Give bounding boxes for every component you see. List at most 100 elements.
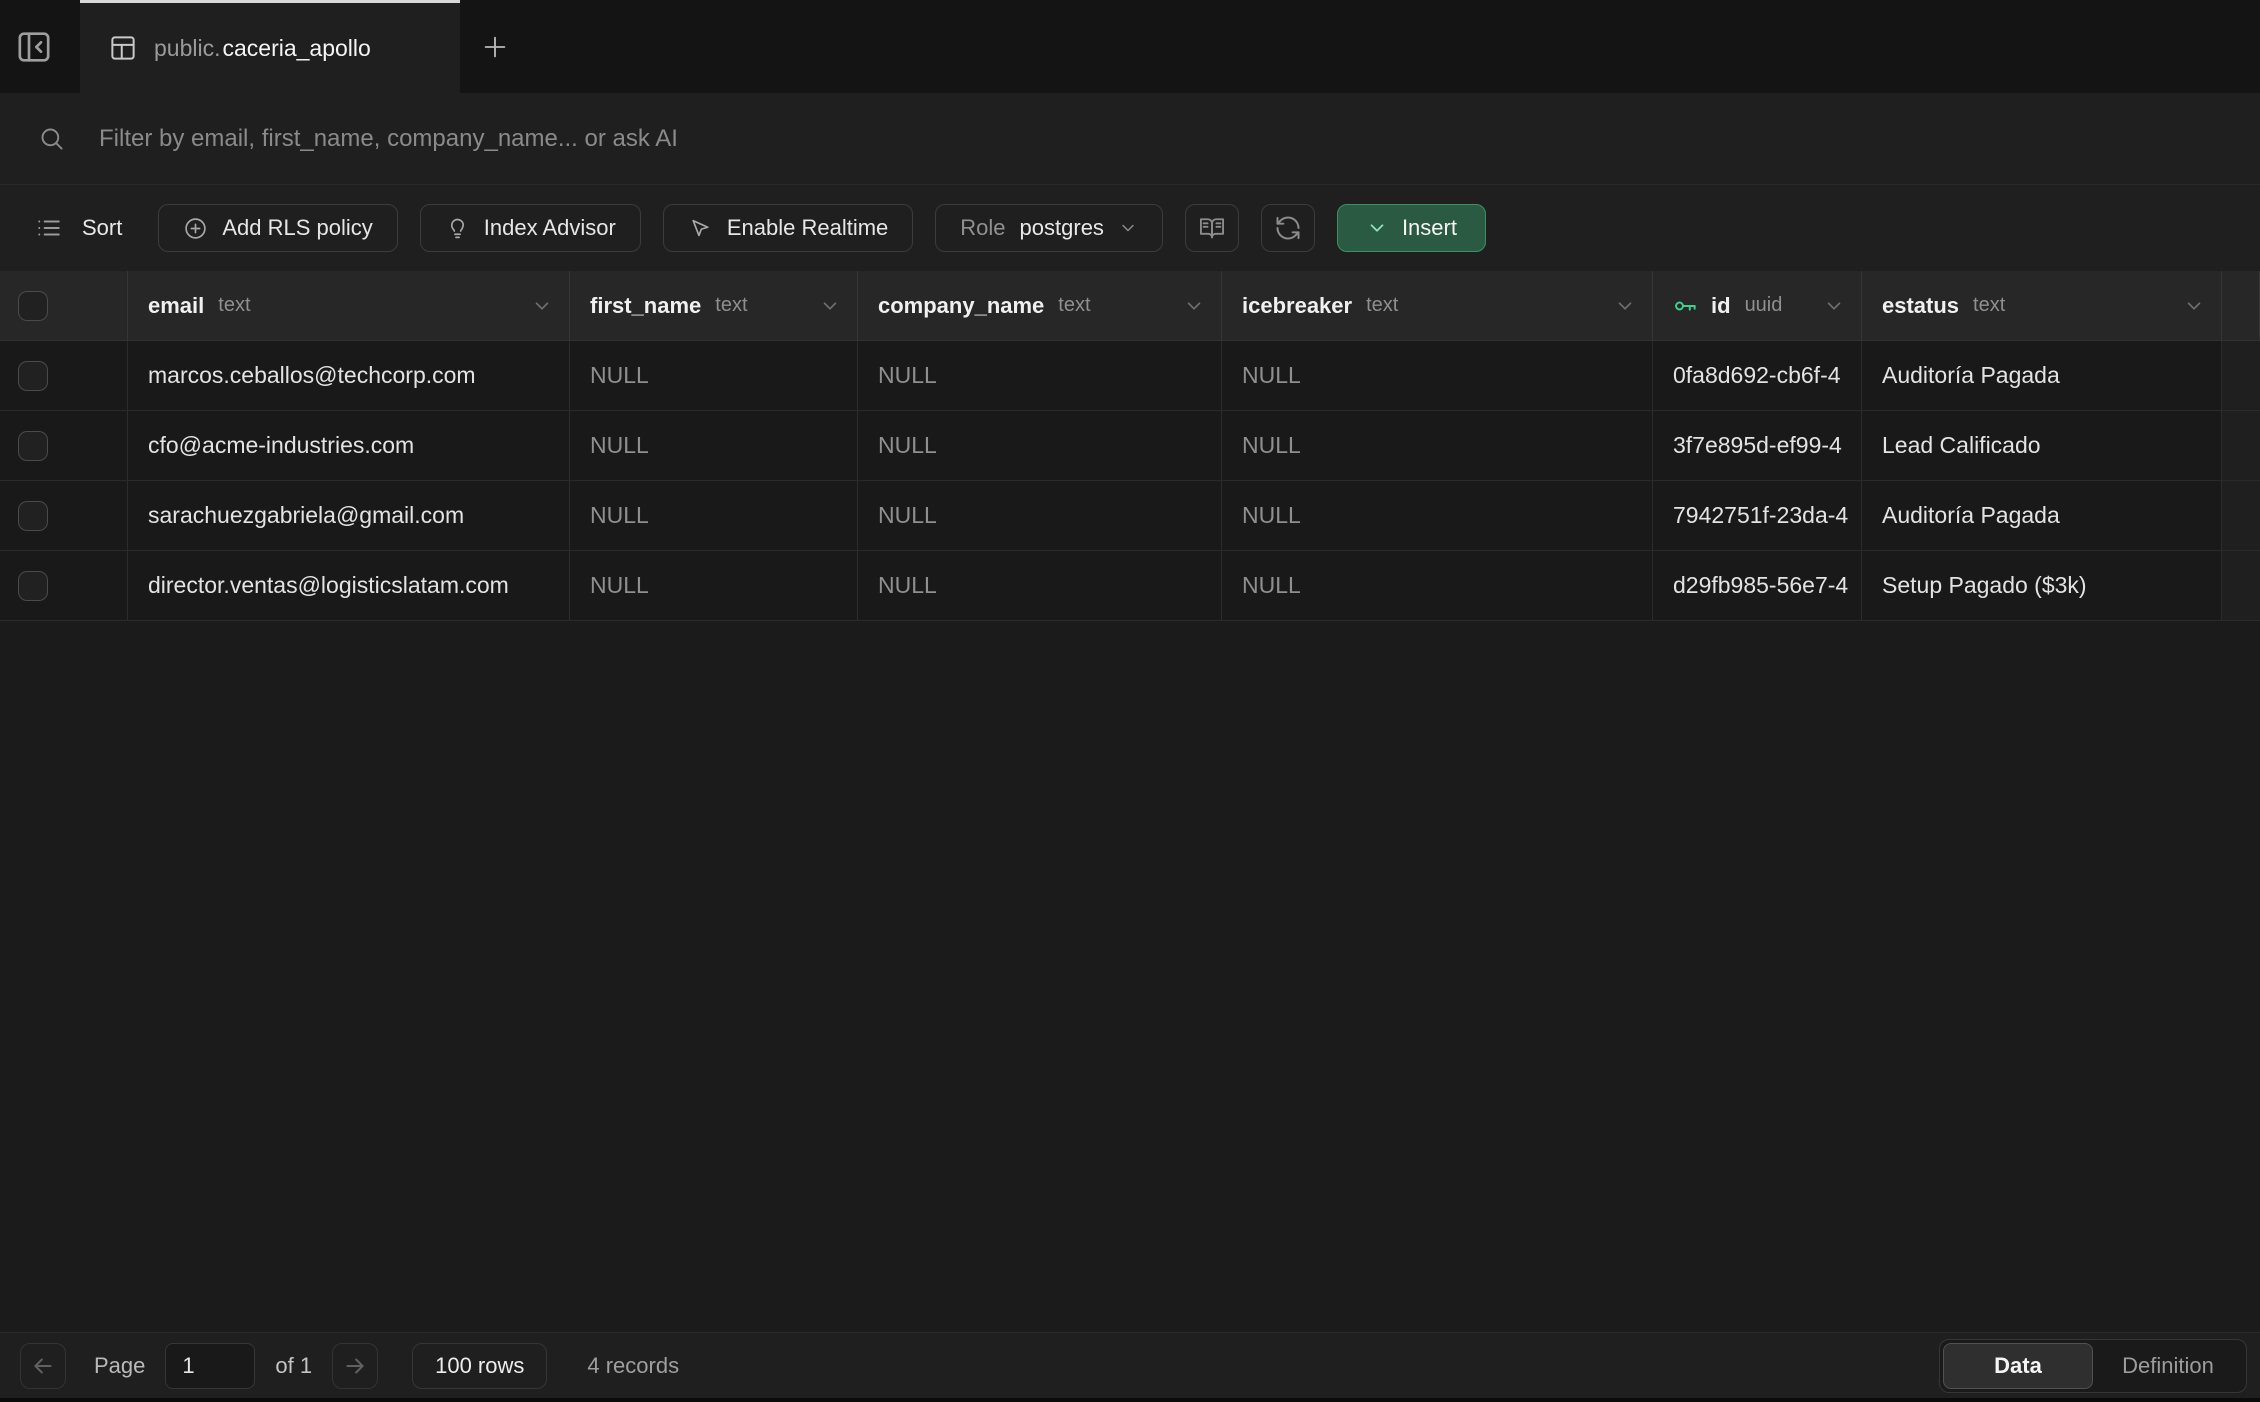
column-type: text xyxy=(1058,294,1090,317)
row-checkbox[interactable] xyxy=(18,501,48,531)
cell-first-name[interactable]: NULL xyxy=(570,411,858,480)
column-header-icebreaker[interactable]: icebreaker text xyxy=(1222,271,1653,340)
book-open-icon xyxy=(1198,214,1226,242)
grid-header-row: email text first_name text xyxy=(0,271,2260,341)
grid-gutter-cell xyxy=(2222,481,2260,550)
row-select-cell xyxy=(0,341,128,410)
column-name: company_name xyxy=(878,293,1044,319)
select-all-cell xyxy=(0,271,128,340)
previous-page-button[interactable] xyxy=(20,1343,66,1389)
toolbar: Sort Add RLS policy Index Advisor xyxy=(0,184,2260,271)
tab-schema-label: public. xyxy=(154,35,220,62)
arrow-left-icon xyxy=(30,1353,56,1379)
column-name: id xyxy=(1711,293,1731,319)
next-page-button[interactable] xyxy=(332,1343,378,1389)
table-row: director.ventas@logisticslatam.com NULL … xyxy=(0,551,2260,621)
cell-email[interactable]: marcos.ceballos@techcorp.com xyxy=(128,341,570,410)
arrow-right-icon xyxy=(342,1353,368,1379)
view-toggle: Data Definition xyxy=(1939,1339,2247,1393)
footer-bar: Page of 1 100 rows 4 records Data Defini… xyxy=(0,1332,2260,1398)
chevron-down-icon[interactable] xyxy=(819,295,841,317)
cell-icebreaker[interactable]: NULL xyxy=(1222,411,1653,480)
column-header-first-name[interactable]: first_name text xyxy=(570,271,858,340)
rows-per-page-button[interactable]: 100 rows xyxy=(412,1343,547,1389)
select-all-checkbox[interactable] xyxy=(18,291,48,321)
role-select[interactable]: Role postgres xyxy=(935,204,1163,252)
search-icon xyxy=(38,125,65,152)
column-header-company-name[interactable]: company_name text xyxy=(858,271,1222,340)
sort-button[interactable]: Sort xyxy=(36,215,122,241)
page-of-label: of 1 xyxy=(275,1353,312,1379)
row-select-cell xyxy=(0,411,128,480)
role-label: Role xyxy=(960,215,1005,241)
index-advisor-button[interactable]: Index Advisor xyxy=(420,204,641,252)
window-bottom-edge xyxy=(0,1398,2260,1402)
column-type: uuid xyxy=(1745,294,1783,317)
panel-left-collapse-icon xyxy=(14,27,54,67)
cell-estatus[interactable]: Setup Pagado ($3k) xyxy=(1862,551,2222,620)
role-value: postgres xyxy=(1020,215,1104,241)
row-checkbox[interactable] xyxy=(18,571,48,601)
cell-company-name[interactable]: NULL xyxy=(858,551,1222,620)
plus-circle-icon xyxy=(183,216,208,241)
cell-email[interactable]: sarachuezgabriela@gmail.com xyxy=(128,481,570,550)
cell-first-name[interactable]: NULL xyxy=(570,341,858,410)
refresh-button[interactable] xyxy=(1261,204,1315,252)
add-rls-policy-label: Add RLS policy xyxy=(222,215,372,241)
column-header-estatus[interactable]: estatus text xyxy=(1862,271,2222,340)
index-advisor-label: Index Advisor xyxy=(484,215,616,241)
filter-input[interactable] xyxy=(99,125,2260,153)
cell-estatus[interactable]: Auditoría Pagada xyxy=(1862,481,2222,550)
cell-first-name[interactable]: NULL xyxy=(570,551,858,620)
data-grid: email text first_name text xyxy=(0,271,2260,621)
grid-empty-area xyxy=(0,621,2260,1332)
chevron-down-icon[interactable] xyxy=(2183,295,2205,317)
row-select-cell xyxy=(0,481,128,550)
row-checkbox[interactable] xyxy=(18,431,48,461)
cell-first-name[interactable]: NULL xyxy=(570,481,858,550)
api-docs-button[interactable] xyxy=(1185,204,1239,252)
add-rls-policy-button[interactable]: Add RLS policy xyxy=(158,204,397,252)
row-select-cell xyxy=(0,551,128,620)
enable-realtime-button[interactable]: Enable Realtime xyxy=(663,204,913,252)
cell-email[interactable]: director.ventas@logisticslatam.com xyxy=(128,551,570,620)
tab-data[interactable]: Data xyxy=(1943,1343,2093,1389)
page-label: Page xyxy=(94,1353,145,1379)
row-checkbox[interactable] xyxy=(18,361,48,391)
chevron-down-icon xyxy=(1118,218,1138,238)
cell-id[interactable]: 3f7e895d-ef99-4 xyxy=(1653,411,1862,480)
enable-realtime-label: Enable Realtime xyxy=(727,215,888,241)
column-header-email[interactable]: email text xyxy=(128,271,570,340)
lightbulb-icon xyxy=(445,216,470,241)
cell-company-name[interactable]: NULL xyxy=(858,411,1222,480)
tab-public-caceria-apollo[interactable]: public. caceria_apollo xyxy=(80,0,460,93)
filter-bar xyxy=(0,93,2260,184)
cell-id[interactable]: d29fb985-56e7-4 xyxy=(1653,551,1862,620)
cell-id[interactable]: 7942751f-23da-4 xyxy=(1653,481,1862,550)
tab-definition[interactable]: Definition xyxy=(2093,1343,2243,1389)
cell-icebreaker[interactable]: NULL xyxy=(1222,551,1653,620)
cell-icebreaker[interactable]: NULL xyxy=(1222,341,1653,410)
chevron-down-icon[interactable] xyxy=(1614,295,1636,317)
page-number-input[interactable] xyxy=(165,1343,255,1389)
cell-estatus[interactable]: Auditoría Pagada xyxy=(1862,341,2222,410)
cell-icebreaker[interactable]: NULL xyxy=(1222,481,1653,550)
chevron-down-icon[interactable] xyxy=(531,295,553,317)
new-tab-button[interactable] xyxy=(460,0,530,93)
chevron-down-icon[interactable] xyxy=(1823,295,1845,317)
cursor-pointer-icon xyxy=(688,216,713,241)
column-type: text xyxy=(715,294,747,317)
sidebar-collapse-button[interactable] xyxy=(0,0,68,93)
grid-gutter-cell xyxy=(2222,551,2260,620)
column-type: text xyxy=(1973,294,2005,317)
column-name: email xyxy=(148,293,204,319)
plus-icon xyxy=(481,33,509,61)
chevron-down-icon[interactable] xyxy=(1183,295,1205,317)
cell-company-name[interactable]: NULL xyxy=(858,481,1222,550)
insert-button[interactable]: Insert xyxy=(1337,204,1486,252)
cell-estatus[interactable]: Lead Calificado xyxy=(1862,411,2222,480)
column-header-id[interactable]: id uuid xyxy=(1653,271,1862,340)
cell-id[interactable]: 0fa8d692-cb6f-4 xyxy=(1653,341,1862,410)
cell-company-name[interactable]: NULL xyxy=(858,341,1222,410)
cell-email[interactable]: cfo@acme-industries.com xyxy=(128,411,570,480)
